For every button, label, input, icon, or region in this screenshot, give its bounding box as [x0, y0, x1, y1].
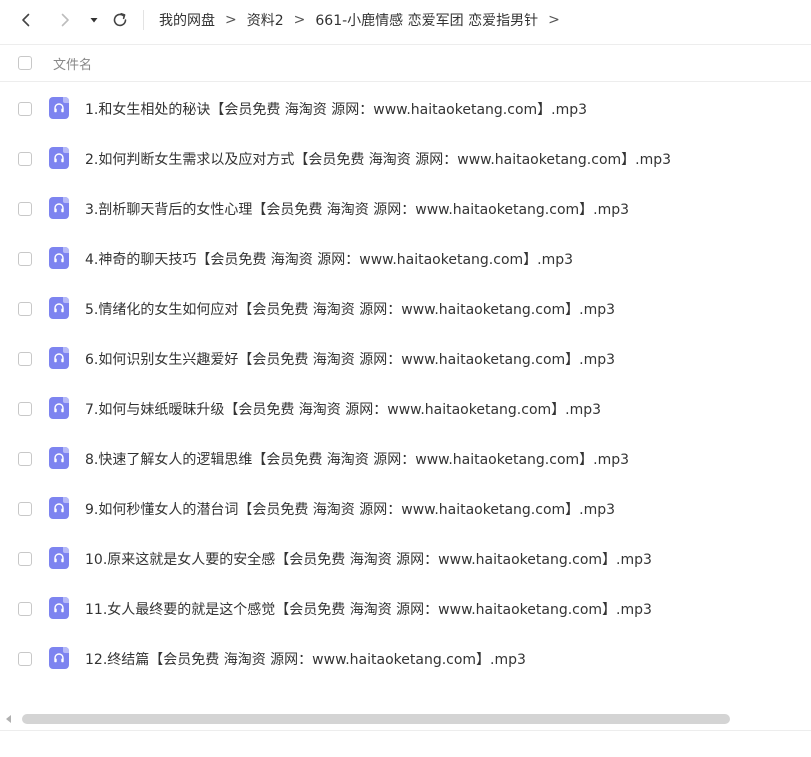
headphones-icon: [54, 153, 64, 163]
audio-file-icon: [49, 397, 69, 419]
file-browser-window: 我的网盘 > 资料2 > 661-小鹿情感 恋爱军团 恋爱指男针 > 文件名 1…: [0, 0, 811, 757]
scrollbar-thumb[interactable]: [22, 714, 730, 724]
audio-file-icon: [49, 447, 69, 469]
file-row[interactable]: 7.如何与妹纸暧昧升级【会员免费 海淘资 源网：www.haitaoketang…: [0, 384, 811, 434]
headphones-icon: [54, 603, 64, 613]
file-name[interactable]: 4.神奇的聊天技巧【会员免费 海淘资 源网：www.haitaoketang.c…: [85, 249, 573, 269]
chevron-right-icon: [61, 13, 69, 27]
file-checkbox[interactable]: [18, 552, 32, 566]
file-row[interactable]: 6.如何识别女生兴趣爱好【会员免费 海淘资 源网：www.haitaoketan…: [0, 334, 811, 384]
divider: [0, 730, 811, 731]
forward-button[interactable]: [53, 8, 77, 32]
file-name[interactable]: 1.和女生相处的秘诀【会员免费 海淘资 源网：www.haitaoketang.…: [85, 99, 587, 119]
audio-file-icon: [49, 347, 69, 369]
file-name[interactable]: 3.剖析聊天背后的女性心理【会员免费 海淘资 源网：www.haitaoketa…: [85, 199, 629, 219]
breadcrumb-item-current[interactable]: 661-小鹿情感 恋爱军团 恋爱指男针: [315, 10, 538, 30]
headphones-icon: [54, 453, 64, 463]
headphones-icon: [54, 303, 64, 313]
refresh-button[interactable]: [108, 8, 132, 32]
file-checkbox[interactable]: [18, 302, 32, 316]
audio-file-icon: [49, 247, 69, 269]
caret-down-icon: [90, 18, 98, 23]
breadcrumb-separator: >: [225, 12, 237, 28]
file-checkbox[interactable]: [18, 402, 32, 416]
file-row[interactable]: 1.和女生相处的秘诀【会员免费 海淘资 源网：www.haitaoketang.…: [0, 84, 811, 134]
headphones-icon: [54, 203, 64, 213]
history-dropdown-button[interactable]: [82, 8, 106, 32]
file-name[interactable]: 5.情绪化的女生如何应对【会员免费 海淘资 源网：www.haitaoketan…: [85, 299, 615, 319]
file-name[interactable]: 2.如何判断女生需求以及应对方式【会员免费 海淘资 源网：www.haitaok…: [85, 149, 671, 169]
back-button[interactable]: [14, 8, 38, 32]
file-row[interactable]: 8.快速了解女人的逻辑思维【会员免费 海淘资 源网：www.haitaoketa…: [0, 434, 811, 484]
breadcrumb-item-root[interactable]: 我的网盘: [159, 10, 215, 30]
headphones-icon: [54, 103, 64, 113]
file-list-header: 文件名: [0, 44, 811, 82]
headphones-icon: [54, 503, 64, 513]
file-checkbox[interactable]: [18, 452, 32, 466]
file-checkbox[interactable]: [18, 602, 32, 616]
breadcrumb: 我的网盘 > 资料2 > 661-小鹿情感 恋爱军团 恋爱指男针 >: [159, 0, 570, 40]
headphones-icon: [54, 253, 64, 263]
file-checkbox[interactable]: [18, 152, 32, 166]
file-checkbox[interactable]: [18, 652, 32, 666]
file-checkbox[interactable]: [18, 352, 32, 366]
breadcrumb-separator: >: [548, 12, 560, 28]
file-name[interactable]: 11.女人最终要的就是这个感觉【会员免费 海淘资 源网：www.haitaoke…: [85, 599, 652, 619]
headphones-icon: [54, 553, 64, 563]
audio-file-icon: [49, 147, 69, 169]
select-all-checkbox[interactable]: [18, 56, 32, 70]
audio-file-icon: [49, 597, 69, 619]
chevron-left-icon: [22, 13, 30, 27]
file-checkbox[interactable]: [18, 102, 32, 116]
file-name[interactable]: 7.如何与妹纸暧昧升级【会员免费 海淘资 源网：www.haitaoketang…: [85, 399, 601, 419]
audio-file-icon: [49, 97, 69, 119]
scroll-left-arrow-icon[interactable]: [6, 715, 11, 723]
navigation-bar: 我的网盘 > 资料2 > 661-小鹿情感 恋爱军团 恋爱指男针 >: [0, 0, 811, 40]
file-name[interactable]: 10.原来这就是女人要的安全感【会员免费 海淘资 源网：www.haitaoke…: [85, 549, 652, 569]
file-row[interactable]: 4.神奇的聊天技巧【会员免费 海淘资 源网：www.haitaoketang.c…: [0, 234, 811, 284]
refresh-icon: [113, 13, 127, 27]
audio-file-icon: [49, 197, 69, 219]
file-name[interactable]: 12.终结篇【会员免费 海淘资 源网：www.haitaoketang.com】…: [85, 649, 526, 669]
audio-file-icon: [49, 497, 69, 519]
breadcrumb-item-folder[interactable]: 资料2: [247, 10, 284, 30]
file-row[interactable]: 2.如何判断女生需求以及应对方式【会员免费 海淘资 源网：www.haitaok…: [0, 134, 811, 184]
toolbar-divider: [143, 10, 144, 30]
audio-file-icon: [49, 547, 69, 569]
file-row[interactable]: 11.女人最终要的就是这个感觉【会员免费 海淘资 源网：www.haitaoke…: [0, 584, 811, 634]
column-header-filename[interactable]: 文件名: [53, 54, 92, 73]
file-row[interactable]: 3.剖析聊天背后的女性心理【会员免费 海淘资 源网：www.haitaoketa…: [0, 184, 811, 234]
file-row[interactable]: 12.终结篇【会员免费 海淘资 源网：www.haitaoketang.com】…: [0, 634, 811, 684]
file-row[interactable]: 9.如何秒懂女人的潜台词【会员免费 海淘资 源网：www.haitaoketan…: [0, 484, 811, 534]
audio-file-icon: [49, 297, 69, 319]
breadcrumb-separator: >: [293, 12, 306, 28]
headphones-icon: [54, 653, 64, 663]
file-row[interactable]: 5.情绪化的女生如何应对【会员免费 海淘资 源网：www.haitaoketan…: [0, 284, 811, 334]
file-name[interactable]: 9.如何秒懂女人的潜台词【会员免费 海淘资 源网：www.haitaoketan…: [85, 499, 615, 519]
file-checkbox[interactable]: [18, 252, 32, 266]
file-name[interactable]: 8.快速了解女人的逻辑思维【会员免费 海淘资 源网：www.haitaoketa…: [85, 449, 629, 469]
headphones-icon: [54, 403, 64, 413]
headphones-icon: [54, 353, 64, 363]
file-checkbox[interactable]: [18, 502, 32, 516]
file-checkbox[interactable]: [18, 202, 32, 216]
file-row[interactable]: 10.原来这就是女人要的安全感【会员免费 海淘资 源网：www.haitaoke…: [0, 534, 811, 584]
audio-file-icon: [49, 647, 69, 669]
file-name[interactable]: 6.如何识别女生兴趣爱好【会员免费 海淘资 源网：www.haitaoketan…: [85, 349, 615, 369]
horizontal-scrollbar[interactable]: [0, 712, 811, 726]
